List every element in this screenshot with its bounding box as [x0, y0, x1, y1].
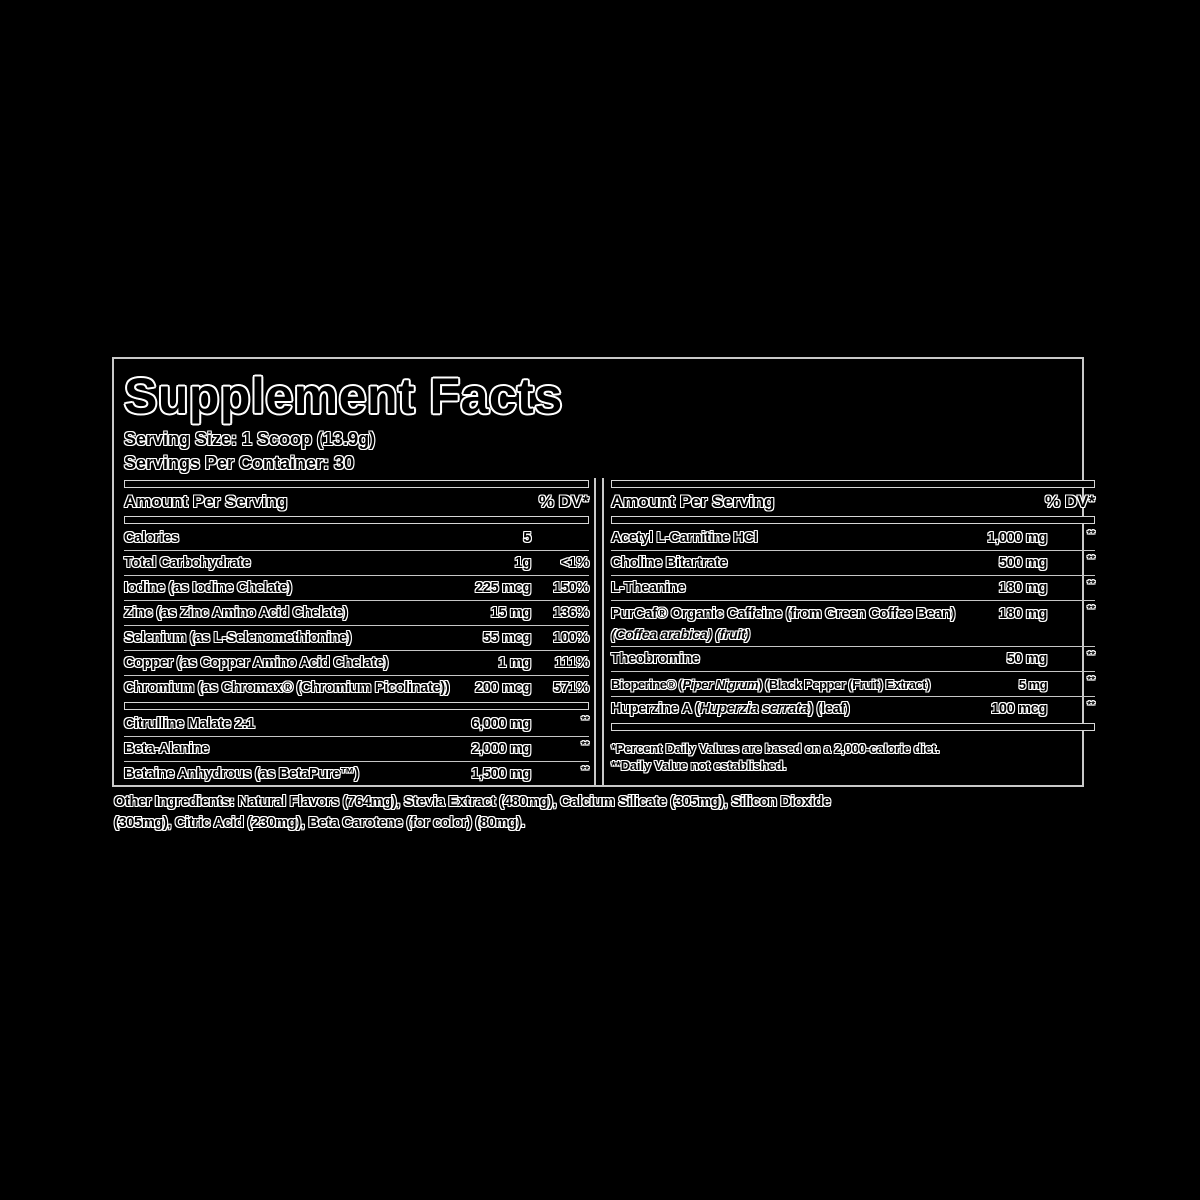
percent-dv-header: % DV* — [539, 492, 589, 512]
column-right: Amount Per Serving % DV* Acetyl L-Carnit… — [602, 478, 1095, 786]
divider-bar — [124, 516, 589, 524]
row-dv: 136% — [531, 605, 589, 621]
row-choline-bitartrate: Choline Bitartrate500 mg** — [611, 550, 1095, 575]
row-amount: 2,000 mg — [436, 741, 531, 757]
row-name: Selenium (as L-Selenomethionine) — [124, 630, 436, 646]
row-amount: 5 mg — [955, 677, 1047, 692]
footnote-percent-dv: *Percent Daily Values are based on a 2,0… — [611, 740, 1095, 757]
row-amount: 1 mg — [436, 655, 531, 671]
row-total-carbohydrate: Total Carbohydrate1g<1% — [124, 550, 589, 575]
row-name: Zinc (as Zinc Amino Acid Chelate) — [124, 605, 436, 621]
row-name-pre: Huperzine A ( — [611, 701, 699, 717]
facts-table: Amount Per Serving % DV* Calories5 Total… — [124, 478, 1074, 786]
row-name-italic: Huperzia serrata — [699, 701, 808, 717]
divider-bar — [611, 480, 1095, 488]
row-dv: ** — [1047, 576, 1095, 590]
row-name: Choline Bitartrate — [611, 555, 955, 571]
row-beta-alanine: Beta-Alanine2,000 mg** — [124, 736, 589, 761]
row-purcaf-caffeine: PurCaf® Organic Caffeine (from Green Cof… — [611, 600, 1095, 646]
panel-title: Supplement Facts — [124, 369, 1074, 423]
supplement-facts-panel: Supplement Facts Serving Size: 1 Scoop (… — [112, 357, 1084, 787]
row-amount: 1,000 mg — [955, 530, 1047, 546]
row-name-line2: (Coffea arabica) (fruit) — [611, 627, 1095, 645]
row-amount: 55 mcg — [436, 630, 531, 646]
footnotes: *Percent Daily Values are based on a 2,0… — [611, 733, 1095, 774]
row-name: L-Theanine — [611, 580, 955, 596]
row-dv: 150% — [531, 580, 589, 596]
amount-per-serving-header: Amount Per Serving — [611, 492, 774, 512]
servings-per-container: Servings Per Container: 30 — [124, 451, 1074, 475]
row-dv: ** — [1047, 601, 1095, 615]
amount-per-serving-header: Amount Per Serving — [124, 492, 287, 512]
divider-bar — [611, 723, 1095, 731]
row-selenium: Selenium (as L-Selenomethionine)55 mcg10… — [124, 625, 589, 650]
column-left: Amount Per Serving % DV* Calories5 Total… — [124, 478, 596, 786]
divider-bar — [611, 516, 1095, 524]
table-header-left: Amount Per Serving % DV* — [124, 490, 589, 514]
row-bioperine: Bioperine® (Piper Nigrum) (Black Pepper … — [611, 671, 1095, 696]
row-amount: 180 mg — [955, 606, 1047, 622]
row-name: Huperzine A (Huperzia serrata) (leaf) — [611, 701, 955, 717]
row-name: Beta-Alanine — [124, 741, 436, 757]
row-dv: <1% — [531, 555, 589, 571]
row-betaine-anhydrous: Betaine Anhydrous (as BetaPure™)1,500 mg… — [124, 761, 589, 786]
row-name: Calories — [124, 530, 436, 546]
row-dv: ** — [531, 737, 589, 751]
serving-size: Serving Size: 1 Scoop (13.9g) — [124, 427, 1074, 451]
row-dv: ** — [1047, 647, 1095, 661]
row-name: Citrulline Malate 2:1 — [124, 716, 436, 732]
row-name: Copper (as Copper Amino Acid Chelate) — [124, 655, 436, 671]
label-background: Supplement Facts Serving Size: 1 Scoop (… — [0, 0, 1200, 1200]
row-dv: 100% — [531, 630, 589, 646]
row-citrulline-malate: Citrulline Malate 2:16,000 mg** — [124, 712, 589, 736]
row-huperzine-a: Huperzine A (Huperzia serrata) (leaf)100… — [611, 696, 1095, 721]
row-amount: 200 mcg — [436, 680, 531, 696]
row-dv: 571% — [531, 680, 589, 696]
row-amount: 225 mcg — [436, 580, 531, 596]
divider-bar — [124, 702, 589, 710]
row-l-theanine: L-Theanine180 mg** — [611, 575, 1095, 600]
row-dv: ** — [1047, 672, 1095, 686]
row-amount: 500 mg — [955, 555, 1047, 571]
row-chromium: Chromium (as Chromax® (Chromium Picolina… — [124, 675, 589, 700]
row-name: PurCaf® Organic Caffeine (from Green Cof… — [611, 606, 955, 622]
row-name-post: ) (leaf) — [808, 701, 849, 717]
row-dv: ** — [531, 712, 589, 726]
row-name: Betaine Anhydrous (as BetaPure™) — [124, 766, 436, 782]
row-amount: 180 mg — [955, 580, 1047, 596]
row-name-pre: Bioperine® ( — [611, 677, 682, 692]
row-amount: 100 mcg — [955, 701, 1047, 717]
row-dv: ** — [1047, 526, 1095, 540]
row-amount: 1,500 mg — [436, 766, 531, 782]
row-theobromine: Theobromine50 mg** — [611, 646, 1095, 671]
row-iodine: Iodine (as Iodine Chelate)225 mcg150% — [124, 575, 589, 600]
row-dv: ** — [1047, 697, 1095, 711]
row-amount: 50 mg — [955, 651, 1047, 667]
row-name: Bioperine® (Piper Nigrum) (Black Pepper … — [611, 677, 955, 692]
row-name: Acetyl L-Carnitine HCl — [611, 530, 955, 546]
row-amount: 5 — [436, 530, 531, 546]
row-dv: ** — [1047, 551, 1095, 565]
table-header-right: Amount Per Serving % DV* — [611, 490, 1095, 514]
row-name: Total Carbohydrate — [124, 555, 436, 571]
row-dv: ** — [531, 762, 589, 776]
row-name: Theobromine — [611, 651, 955, 667]
footnote-dv-not-established: **Daily Value not established. — [611, 757, 1095, 774]
divider-bar — [124, 480, 589, 488]
row-amount: 1g — [436, 555, 531, 571]
row-dv: 111% — [531, 655, 589, 671]
row-name-post: ) (Black Pepper (Fruit) Extract) — [758, 677, 930, 692]
row-name: Iodine (as Iodine Chelate) — [124, 580, 436, 596]
row-amount: 15 mg — [436, 605, 531, 621]
row-acetyl-l-carnitine: Acetyl L-Carnitine HCl1,000 mg** — [611, 526, 1095, 550]
row-zinc: Zinc (as Zinc Amino Acid Chelate)15 mg13… — [124, 600, 589, 625]
row-name-italic: Piper Nigrum — [682, 677, 758, 692]
row-copper: Copper (as Copper Amino Acid Chelate)1 m… — [124, 650, 589, 675]
other-ingredients: Other Ingredients: Natural Flavors (764m… — [114, 792, 874, 834]
row-name: Chromium (as Chromax® (Chromium Picolina… — [124, 680, 436, 696]
row-calories: Calories5 — [124, 526, 589, 550]
row-amount: 6,000 mg — [436, 716, 531, 732]
percent-dv-header: % DV* — [1045, 492, 1095, 512]
